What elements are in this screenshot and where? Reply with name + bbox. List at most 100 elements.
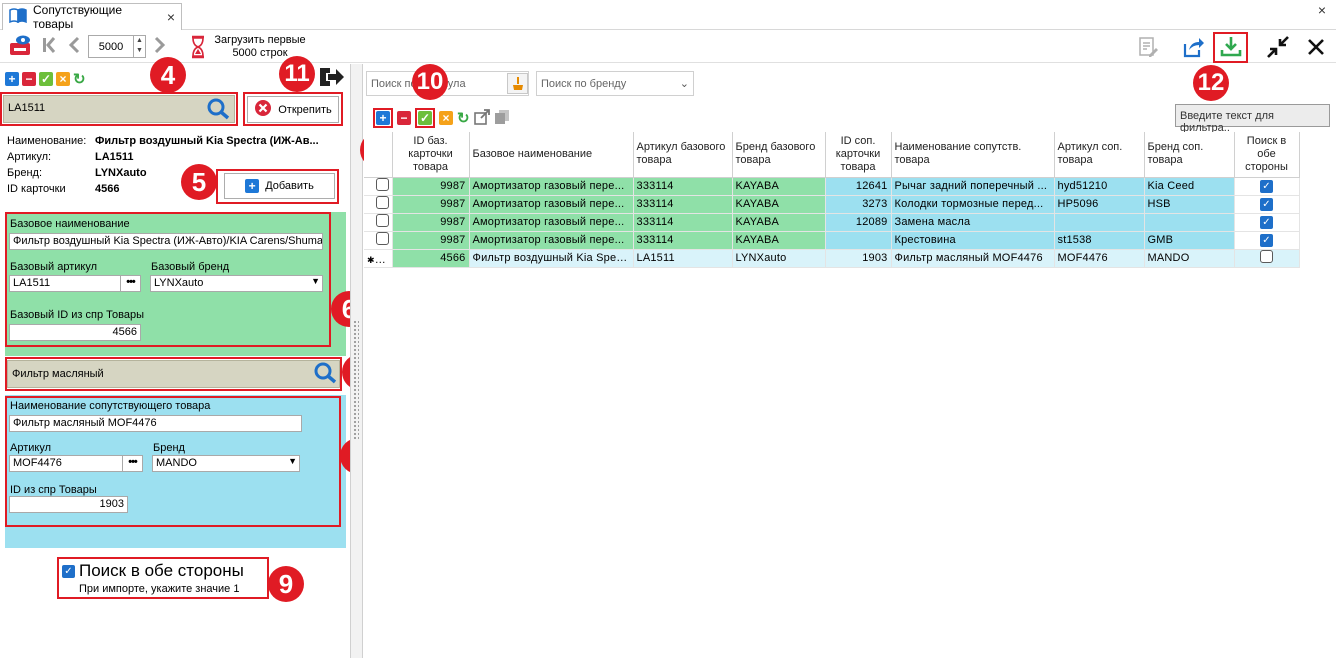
cancel-row-icon[interactable]: × xyxy=(439,111,453,125)
cell-related-id[interactable]: 1903 xyxy=(824,248,892,268)
cell-base-id[interactable]: 9987 xyxy=(391,212,470,232)
cell-base-brand[interactable]: KAYABA xyxy=(731,176,826,196)
tab-close-icon[interactable]: × xyxy=(167,9,175,25)
cell-both-ways[interactable]: ✓ xyxy=(1233,230,1300,250)
cell-base-article[interactable]: LA1511 xyxy=(632,248,733,268)
cell-related-article[interactable] xyxy=(1053,212,1145,232)
refresh-grid-icon[interactable]: ↻ xyxy=(457,109,470,127)
cell-related-name[interactable]: Колодки тормозные перед... xyxy=(890,194,1055,214)
table-row-new[interactable]: ✱ 4566 Фильтр воздушный Kia Spec... LA15… xyxy=(364,248,1300,268)
cell-base-brand[interactable]: KAYABA xyxy=(731,194,826,214)
cell-related-brand[interactable]: Kia Ceed xyxy=(1143,176,1235,196)
row-select-checkbox[interactable] xyxy=(364,212,393,232)
cell-related-id[interactable]: 12089 xyxy=(824,212,892,232)
base-name-field[interactable]: Фильтр воздушный Kia Spectra (ИЖ-Авто)/K… xyxy=(9,233,323,250)
related-brand-select[interactable]: MANDO ▼ xyxy=(152,455,300,472)
base-article-field[interactable]: LA1511 ••• xyxy=(9,275,141,292)
eye-delete-icon[interactable] xyxy=(8,34,32,61)
search-icon[interactable] xyxy=(207,98,231,123)
column-header[interactable]: Бренд базового товара xyxy=(731,132,826,178)
search-icon[interactable] xyxy=(314,362,338,387)
cell-related-id[interactable]: 3273 xyxy=(824,194,892,214)
column-header[interactable]: ID баз. карточки товара xyxy=(391,132,470,178)
cell-both-ways[interactable] xyxy=(1233,248,1300,268)
cell-base-id[interactable]: 9987 xyxy=(391,194,470,214)
clear-filter-icon[interactable] xyxy=(507,73,528,94)
download-button[interactable] xyxy=(1213,32,1248,63)
related-name-field[interactable]: Фильтр масляный MOF4476 xyxy=(9,415,302,432)
cell-base-name[interactable]: Амортизатор газовый пере... xyxy=(468,194,634,214)
first-page-icon[interactable] xyxy=(42,35,56,61)
copy-icon[interactable] xyxy=(494,109,510,128)
rows-count-spinner[interactable]: 5000 ▲ ▼ xyxy=(88,35,146,58)
cell-base-article[interactable]: 333114 xyxy=(632,230,733,250)
cell-related-article[interactable]: st1538 xyxy=(1053,230,1145,250)
spinner-arrows[interactable]: ▲ ▼ xyxy=(133,36,145,57)
cell-base-name[interactable]: Фильтр воздушный Kia Spec... xyxy=(468,248,634,268)
open-external-icon[interactable] xyxy=(473,108,490,128)
delete-icon[interactable]: − xyxy=(22,72,36,86)
table-row[interactable]: 9987 Амортизатор газовый пере... 333114 … xyxy=(364,230,1300,250)
add-button[interactable]: + Добавить xyxy=(224,173,335,199)
column-header[interactable]: Поиск в обе стороны xyxy=(1233,132,1300,178)
column-header[interactable]: Наименование сопутств. товара xyxy=(890,132,1055,178)
cell-related-brand[interactable]: GMB xyxy=(1143,230,1235,250)
brand-filter-select[interactable]: Поиск по бренду ⌄ xyxy=(536,71,694,96)
table-row[interactable]: 9987 Амортизатор газовый пере... 333114 … xyxy=(364,212,1300,232)
cell-related-id[interactable] xyxy=(824,230,892,250)
cell-related-name[interactable]: Замена масла xyxy=(890,212,1055,232)
related-id-field[interactable]: 1903 xyxy=(9,496,128,513)
row-select-checkbox[interactable]: ✱ xyxy=(364,248,393,268)
refresh-icon[interactable]: ↻ xyxy=(73,70,86,88)
cell-both-ways[interactable]: ✓ xyxy=(1233,194,1300,214)
cell-related-brand[interactable]: MANDO xyxy=(1143,248,1235,268)
cell-related-name[interactable]: Крестовина xyxy=(890,230,1055,250)
lookup-dots-icon[interactable]: ••• xyxy=(122,456,142,471)
cell-base-brand[interactable]: KAYABA xyxy=(731,212,826,232)
window-close-icon[interactable]: × xyxy=(1318,2,1326,18)
row-select-checkbox[interactable] xyxy=(364,176,393,196)
cell-base-name[interactable]: Амортизатор газовый пере... xyxy=(468,212,634,232)
apply-icon[interactable]: ✓ xyxy=(39,72,53,86)
cell-base-brand[interactable]: KAYABA xyxy=(731,230,826,250)
splitter-grip[interactable] xyxy=(353,320,359,440)
edit-doc-icon[interactable] xyxy=(1132,33,1164,61)
prev-icon[interactable] xyxy=(68,35,80,61)
cell-related-article[interactable]: MOF4476 xyxy=(1053,248,1145,268)
row-select-checkbox[interactable] xyxy=(364,230,393,250)
rows-count-value[interactable]: 5000 xyxy=(89,41,133,53)
column-header[interactable]: Базовое наименование xyxy=(468,132,634,178)
cell-base-name[interactable]: Амортизатор газовый пере... xyxy=(468,230,634,250)
apply-row-icon[interactable]: ✓ xyxy=(418,111,432,125)
close-icon[interactable] xyxy=(1300,33,1332,61)
base-search-input[interactable]: LA1511 xyxy=(3,95,235,123)
tab-related-goods[interactable]: Сопутствующие товары × xyxy=(2,3,182,31)
table-row[interactable]: 9987 Амортизатор газовый пере... 333114 … xyxy=(364,176,1300,196)
cell-related-id[interactable]: 12641 xyxy=(824,176,892,196)
add-icon[interactable]: + xyxy=(5,72,19,86)
hourglass-icon[interactable] xyxy=(190,35,206,62)
cell-related-name[interactable]: Фильтр масляный MOF4476 xyxy=(890,248,1055,268)
delete-row-icon[interactable]: − xyxy=(397,111,411,125)
cell-base-article[interactable]: 333114 xyxy=(632,176,733,196)
collapse-icon[interactable] xyxy=(1262,33,1294,61)
cell-base-id[interactable]: 9987 xyxy=(391,176,470,196)
lookup-dots-icon[interactable]: ••• xyxy=(120,276,140,291)
cell-base-name[interactable]: Амортизатор газовый пере... xyxy=(468,176,634,196)
cell-base-article[interactable]: 333114 xyxy=(632,212,733,232)
related-article-field[interactable]: MOF4476 ••• xyxy=(9,455,143,472)
cancel-icon[interactable]: × xyxy=(56,72,70,86)
unpin-button[interactable]: Открепить xyxy=(247,96,339,123)
checkbox-checked-icon[interactable]: ✓ xyxy=(62,564,75,578)
cell-base-article[interactable]: 333114 xyxy=(632,194,733,214)
base-brand-select[interactable]: LYNXauto ▼ xyxy=(150,275,323,292)
detach-arrow-icon[interactable] xyxy=(318,66,346,91)
add-row-icon[interactable]: + xyxy=(376,111,390,125)
cell-both-ways[interactable]: ✓ xyxy=(1233,212,1300,232)
cell-both-ways[interactable]: ✓ xyxy=(1233,176,1300,196)
cell-related-article[interactable]: hyd51210 xyxy=(1053,176,1145,196)
cell-related-brand[interactable] xyxy=(1143,212,1235,232)
column-header[interactable]: Артикул базового товара xyxy=(632,132,733,178)
column-header[interactable]: Бренд соп. товара xyxy=(1143,132,1235,178)
row-select-checkbox[interactable] xyxy=(364,194,393,214)
